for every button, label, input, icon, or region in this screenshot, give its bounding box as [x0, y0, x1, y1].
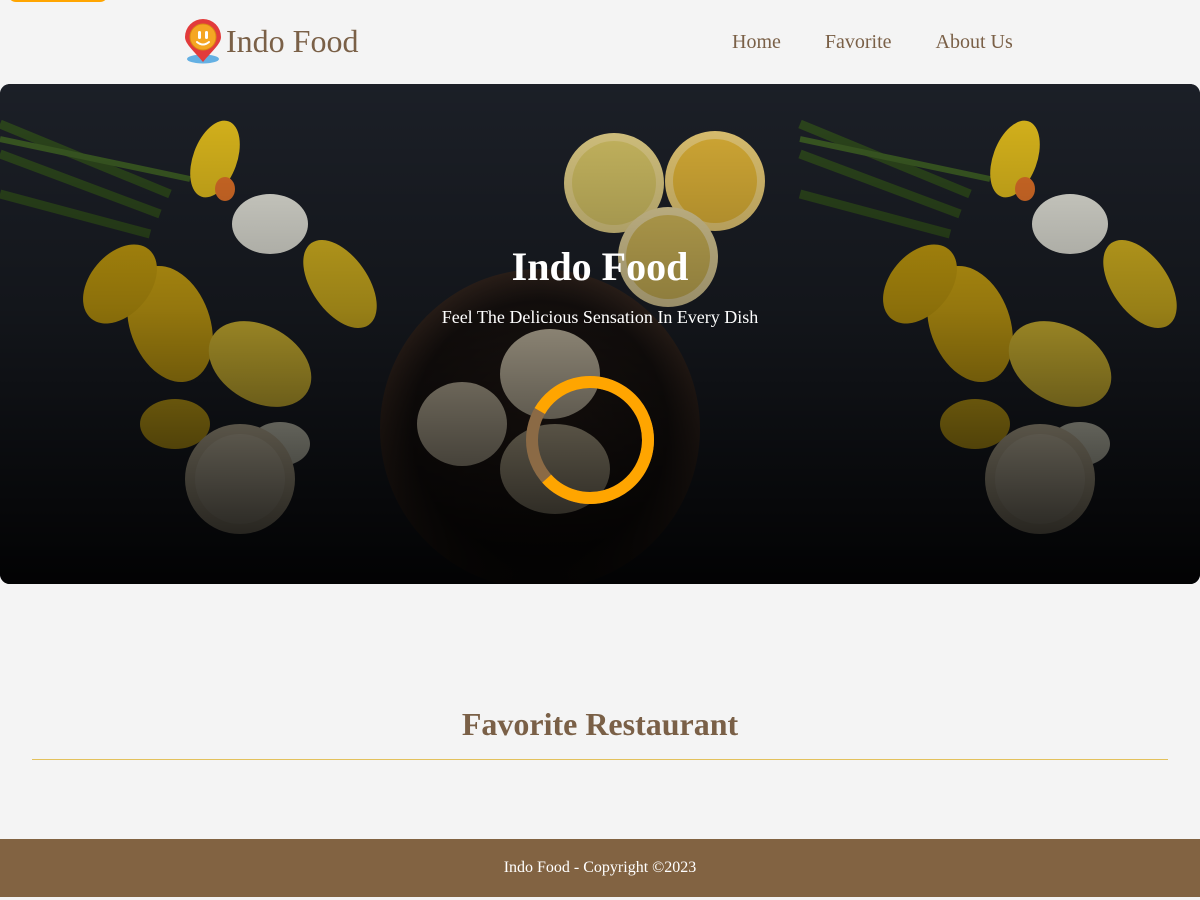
nav-item-about-us: About Us	[914, 30, 1035, 54]
hero-overlay	[0, 84, 1200, 584]
brand-name: Indo Food	[226, 23, 359, 59]
location-pin-smile-icon	[185, 19, 221, 64]
brand[interactable]: Indo Food	[182, 18, 358, 64]
app-header: Indo Food Home Favorite About Us	[0, 0, 1200, 84]
nav-link-favorite[interactable]: Favorite	[803, 30, 914, 54]
hero-title: Indo Food	[511, 244, 689, 289]
nav-item-favorite: Favorite	[803, 30, 914, 54]
heading-divider	[32, 759, 1168, 760]
nav-link-home[interactable]: Home	[710, 30, 803, 54]
hero-banner: Indo Food Feel The Delicious Sensation I…	[0, 84, 1200, 584]
page-footer: Indo Food - Copyright ©2023	[0, 839, 1200, 897]
nav-list: Home Favorite About Us	[710, 30, 1035, 54]
copyright-text: Indo Food - Copyright ©2023	[503, 859, 697, 876]
loading-spinner-icon	[526, 376, 654, 504]
nav-link-about-us[interactable]: About Us	[914, 30, 1035, 54]
hero-tagline: Feel The Delicious Sensation In Every Di…	[441, 307, 759, 327]
nav-item-home: Home	[710, 30, 803, 54]
favorite-restaurant-heading: Favorite Restaurant	[461, 706, 739, 742]
loader-arc	[526, 376, 654, 504]
